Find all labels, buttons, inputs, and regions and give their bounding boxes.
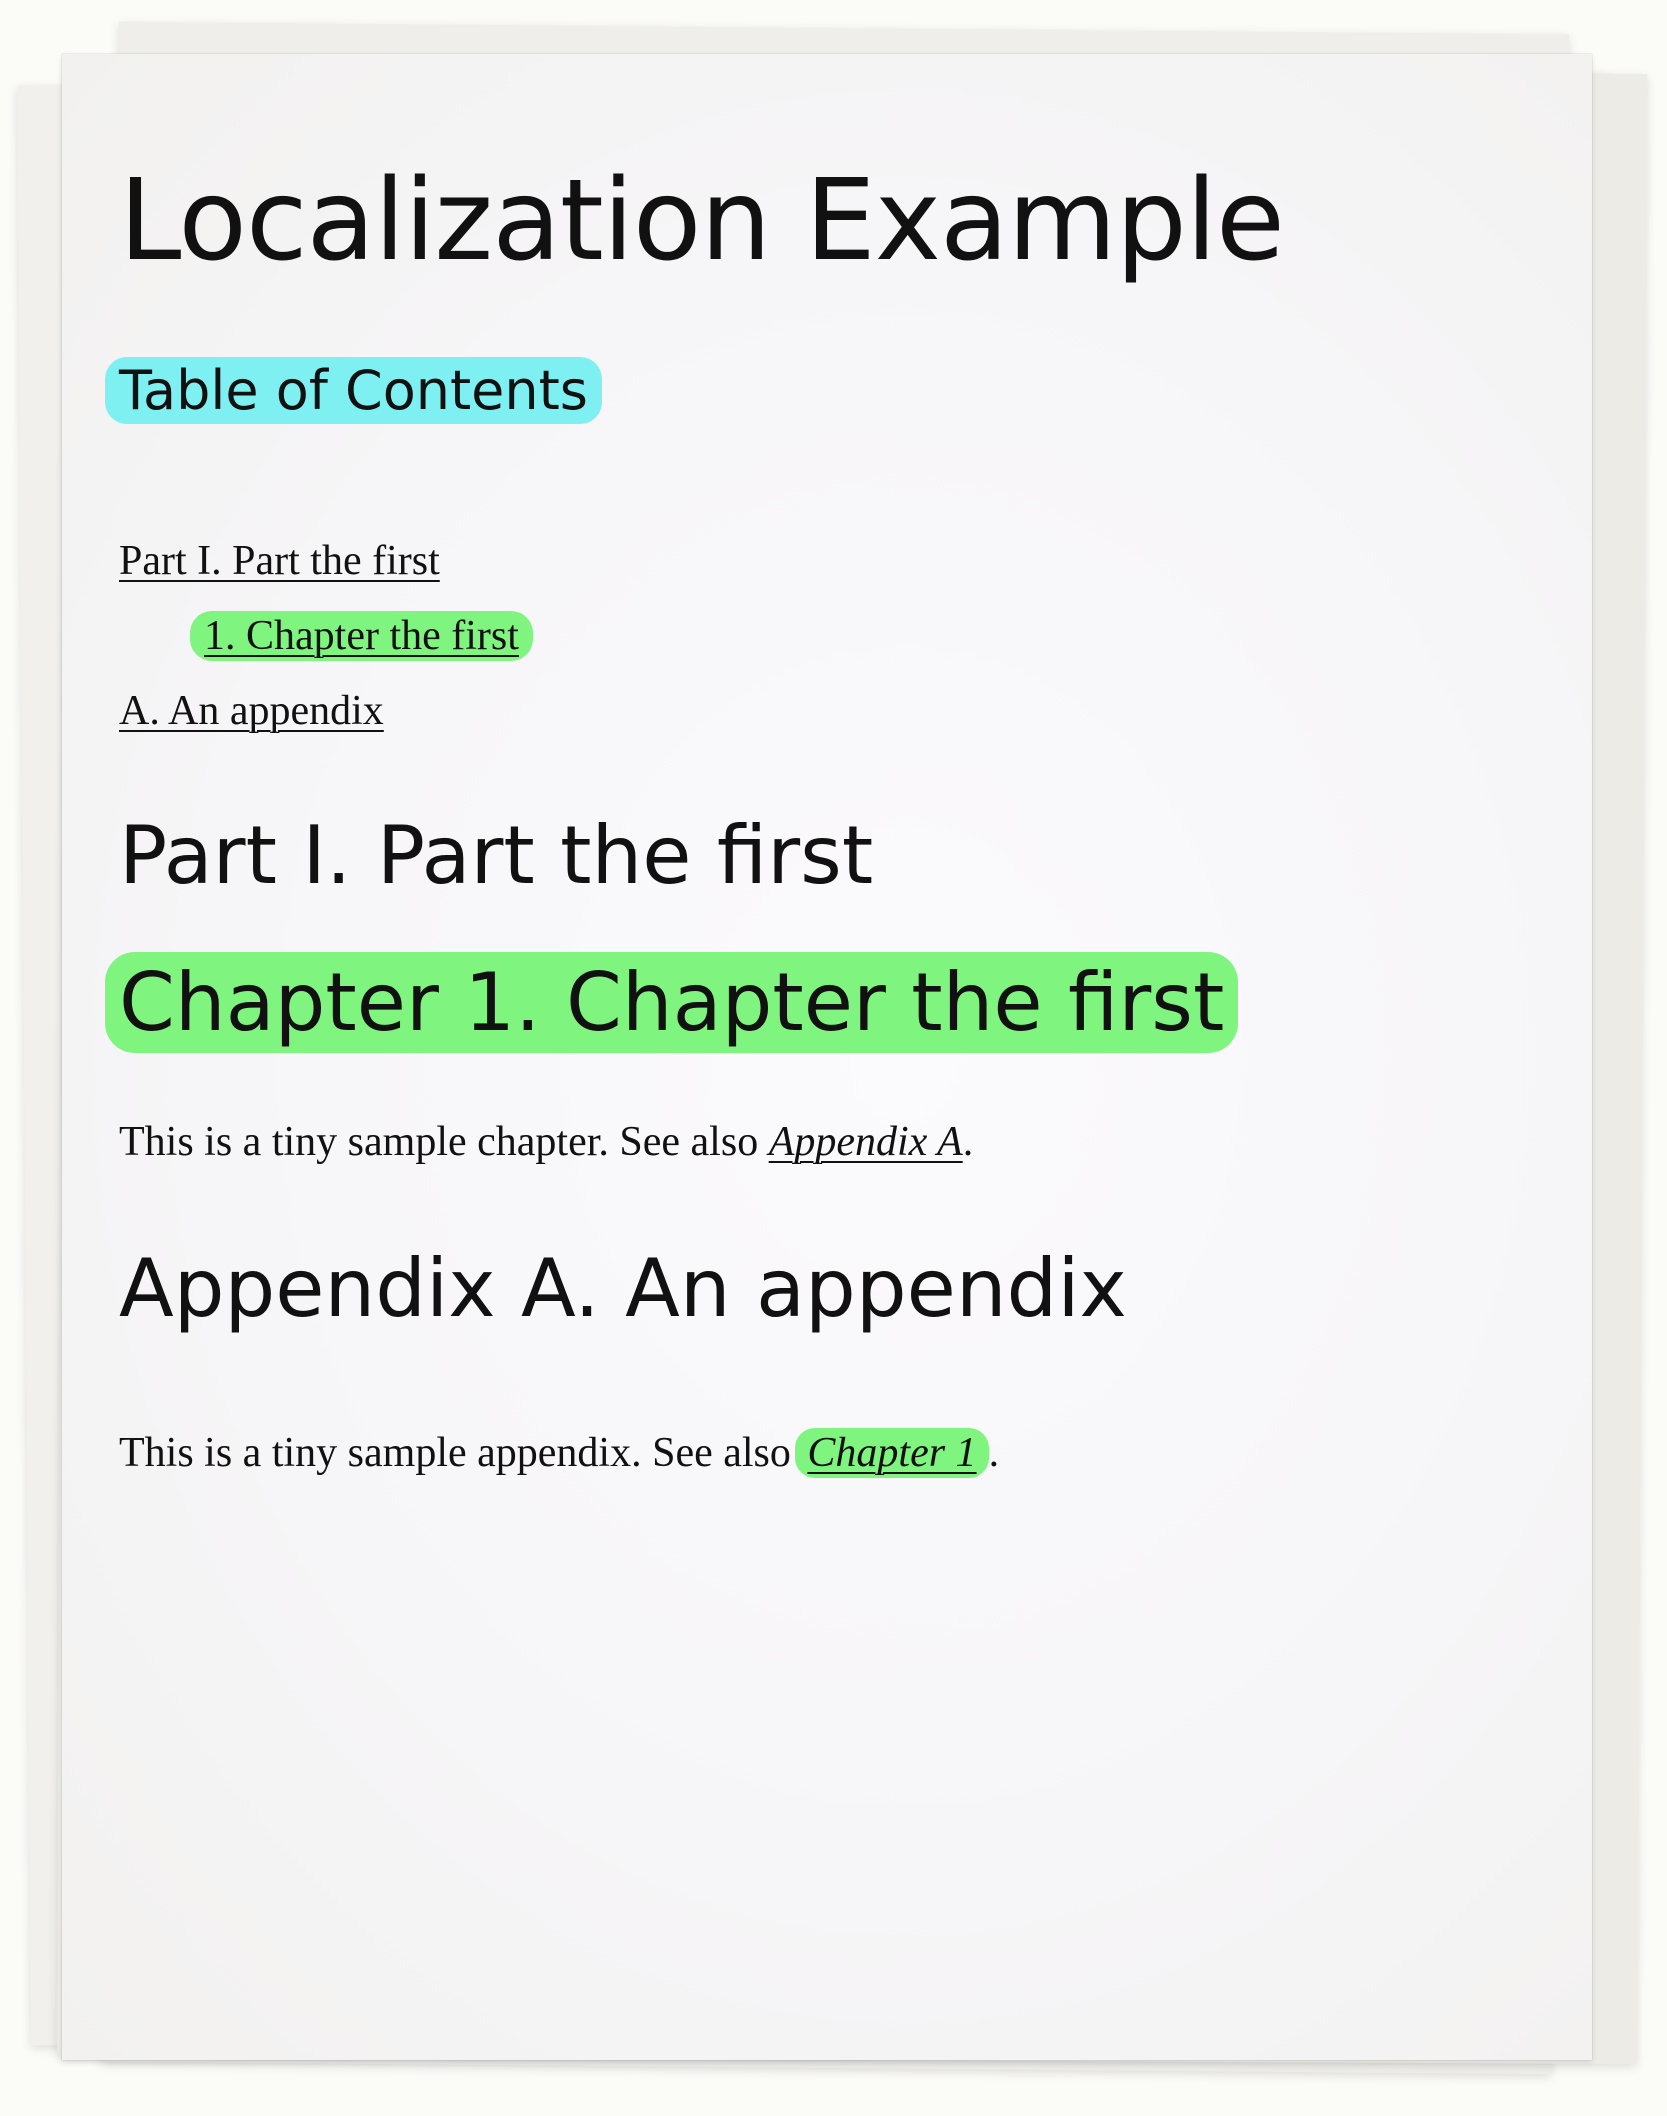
link-highlight: Chapter 1 <box>795 1428 989 1478</box>
page-stack: Localization Example Table of Contents P… <box>0 0 1667 2116</box>
part-heading: Part I. Part the first <box>119 809 874 902</box>
toc-item: A. An appendix <box>119 674 533 749</box>
toc-heading-text: Table of Contents <box>105 357 602 424</box>
appendix-paragraph-text: This is a tiny sample appendix. See also <box>119 1430 802 1476</box>
link-chapter-1[interactable]: Chapter 1 <box>807 1430 976 1476</box>
chapter-paragraph: This is a tiny sample chapter. See also … <box>119 1118 973 1166</box>
appendix-paragraph-end: . <box>988 1430 1000 1476</box>
chapter-heading: Chapter 1. Chapter the first <box>105 952 1239 1053</box>
document-title: Localization Example <box>119 156 1285 286</box>
appendix-paragraph: This is a tiny sample appendix. See also… <box>119 1428 1000 1478</box>
link-appendix-a[interactable]: Appendix A <box>769 1119 963 1165</box>
toc-link-chapter-1[interactable]: 1. Chapter the first <box>204 613 519 659</box>
toc-list: Part I. Part the first 1. Chapter the fi… <box>119 524 533 749</box>
toc-link-appendix-a[interactable]: A. An appendix <box>119 688 384 734</box>
chapter-paragraph-end: . <box>962 1119 974 1165</box>
document-page: Localization Example Table of Contents P… <box>62 54 1592 2060</box>
toc-link-part-1[interactable]: Part I. Part the first <box>119 538 440 584</box>
chapter-heading-text: Chapter 1. Chapter the first <box>105 952 1239 1053</box>
toc-heading: Table of Contents <box>105 357 602 424</box>
toc-item: 1. Chapter the first <box>119 599 533 674</box>
appendix-heading: Appendix A. An appendix <box>119 1242 1127 1335</box>
chapter-paragraph-text: This is a tiny sample chapter. See also <box>119 1119 769 1165</box>
toc-item-highlight: 1. Chapter the first <box>190 611 533 661</box>
toc-item: Part I. Part the first <box>119 524 533 599</box>
